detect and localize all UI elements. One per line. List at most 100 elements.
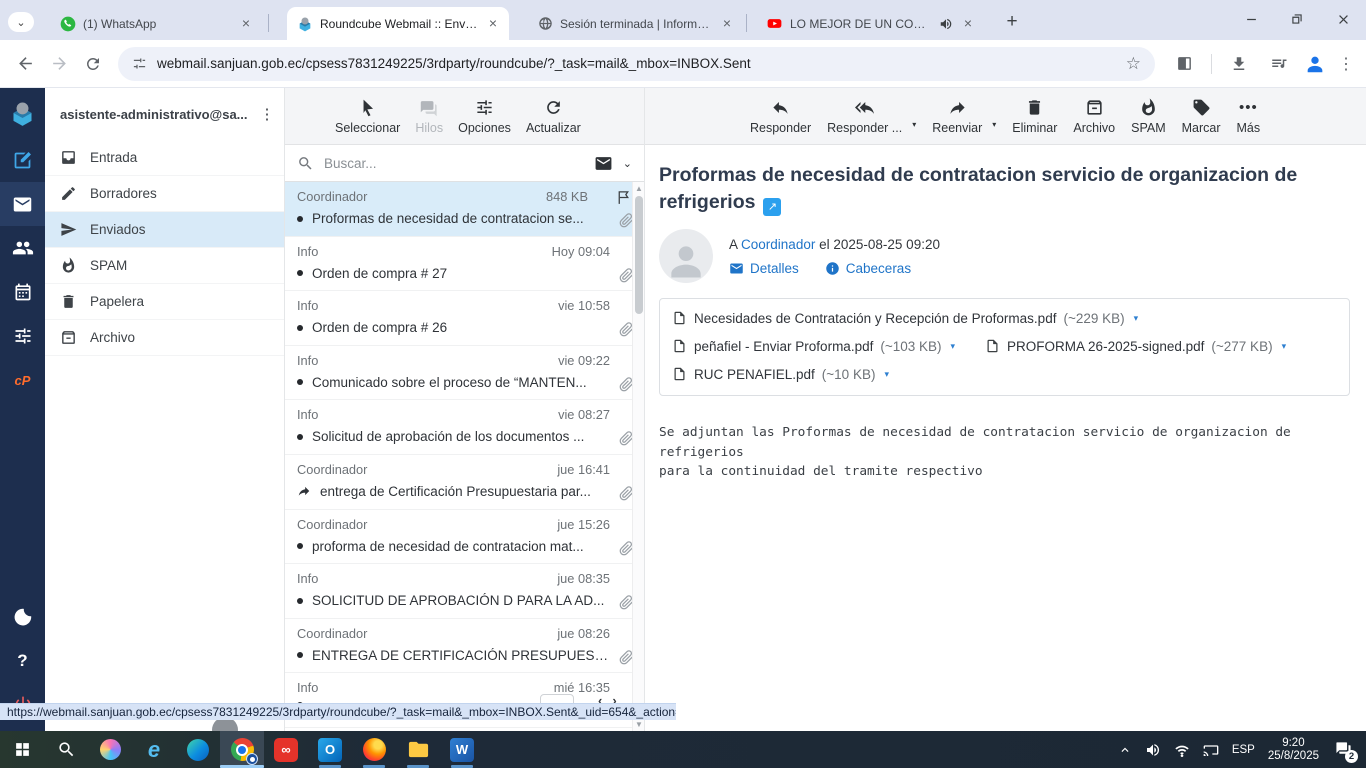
forward-caret-icon[interactable]: ▾ [992, 120, 996, 129]
close-icon[interactable]: × [238, 15, 254, 32]
attachment-item[interactable]: PROFORMA 26-2025-signed.pdf (~277 KB) ▾ [985, 333, 1286, 359]
cast-icon[interactable] [1203, 742, 1219, 758]
roundcube-logo[interactable] [0, 88, 45, 138]
contacts-nav-button[interactable] [0, 226, 45, 270]
details-toggle[interactable]: Detalles [729, 261, 799, 276]
tray-expand-icon[interactable] [1118, 743, 1132, 757]
file-explorer-button[interactable] [396, 731, 440, 768]
address-bar[interactable]: webmail.sanjuan.gob.ec/cpsess7831249225/… [118, 46, 1155, 81]
site-info-icon[interactable] [132, 56, 147, 71]
reload-button[interactable] [76, 47, 110, 81]
profile-button[interactable] [1302, 51, 1328, 77]
close-icon[interactable]: × [485, 15, 501, 32]
sidebar-item-papelera[interactable]: Papelera [45, 284, 284, 320]
tab-whatsapp[interactable]: (1) WhatsApp × [50, 7, 262, 40]
scroll-up-icon[interactable]: ▲ [634, 184, 644, 193]
firefox-button[interactable] [352, 731, 396, 768]
list-scrollbar[interactable]: ▲ ▼ [632, 182, 644, 731]
sidebar-item-archivo[interactable]: Archivo [45, 320, 284, 356]
volume-icon[interactable] [1145, 742, 1161, 758]
help-button[interactable]: ? [0, 639, 45, 683]
attachment-menu-icon[interactable]: ▾ [1134, 313, 1139, 324]
message-list-item[interactable]: Coordinador jue 15:26 proforma de necesid… [285, 510, 644, 565]
word-button[interactable]: W [440, 731, 484, 768]
url-text[interactable]: webmail.sanjuan.gob.ec/cpsess7831249225/… [157, 56, 1116, 71]
language-indicator[interactable]: ESP [1232, 744, 1255, 756]
new-tab-button[interactable]: + [998, 8, 1026, 36]
tab-search-button[interactable]: ⌄ [8, 12, 34, 32]
message-list-item[interactable]: Coordinador jue 16:41 entrega de Certific… [285, 455, 644, 510]
headers-toggle[interactable]: Cabeceras [825, 261, 911, 276]
attachment-item[interactable]: Necesidades de Contratación y Recepción … [672, 305, 1138, 331]
message-list-item[interactable]: Info jue 08:35 SOLICITUD DE APROBACIÓN D … [285, 564, 644, 619]
outlook-button[interactable]: O [308, 731, 352, 768]
message-list-item[interactable]: Info vie 08:27 Solicitud de aprobación de… [285, 400, 644, 455]
sidebar-item-spam[interactable]: SPAM [45, 248, 284, 284]
cpanel-button[interactable]: cP [0, 358, 45, 402]
compose-button[interactable] [0, 138, 45, 182]
attachment-name[interactable]: PROFORMA 26-2025-signed.pdf [1007, 339, 1204, 354]
options-button[interactable]: Opciones [458, 88, 511, 144]
search-input[interactable] [324, 155, 584, 171]
scrollbar-thumb[interactable] [635, 196, 643, 314]
tab-roundcube[interactable]: Roundcube Webmail :: Enviados × [287, 7, 509, 40]
sidebar-item-entrada[interactable]: Entrada [45, 140, 284, 176]
tab-youtube[interactable]: LO MEJOR DE UN CORAZÓ × [756, 7, 984, 40]
clock[interactable]: 9:20 25/8/2025 [1268, 737, 1319, 763]
reply-all-caret-icon[interactable]: ▾ [912, 120, 916, 129]
tab-audio-icon[interactable] [939, 17, 953, 31]
message-list-item[interactable]: Info vie 10:58 Orden de compra # 26 [285, 291, 644, 346]
spam-button[interactable]: SPAM [1131, 88, 1166, 144]
scroll-down-icon[interactable]: ▼ [634, 720, 644, 729]
settings-nav-button[interactable] [0, 314, 45, 358]
select-button[interactable]: Seleccionar [335, 88, 400, 144]
account-menu-button[interactable]: ⋮ [258, 105, 276, 123]
reply-button[interactable]: Responder [750, 88, 811, 144]
reply-all-button[interactable]: Responder ... [827, 88, 902, 144]
close-icon[interactable]: × [719, 15, 735, 32]
mail-nav-button[interactable] [0, 182, 45, 226]
attachment-name[interactable]: peñafiel - Enviar Proforma.pdf [694, 339, 873, 354]
attachment-menu-icon[interactable]: ▾ [1282, 341, 1287, 352]
more-button[interactable]: ••• Más [1237, 88, 1261, 144]
attachment-item[interactable]: RUC PENAFIEL.pdf (~10 KB) ▾ [672, 361, 889, 387]
bookmark-star-icon[interactable]: ☆ [1126, 54, 1141, 74]
message-list-item[interactable]: Coordinador 848 KB Proformas de necesidad… [285, 182, 644, 237]
sidebar-item-borradores[interactable]: Borradores [45, 176, 284, 212]
taskbar-search-button[interactable] [44, 731, 88, 768]
message-list-item[interactable]: Coordinador jue 08:26 ENTREGA DE CERTIFIC… [285, 619, 644, 674]
threads-button[interactable]: Hilos [415, 88, 443, 144]
side-panel-button[interactable] [1167, 47, 1201, 81]
copilot-button[interactable] [88, 731, 132, 768]
acrobat-button[interactable]: ∞ [264, 731, 308, 768]
message-list-item[interactable]: Info Hoy 09:04 Orden de compra # 27 [285, 237, 644, 292]
chrome-button[interactable] [220, 731, 264, 768]
window-restore-button[interactable] [1274, 0, 1320, 38]
attachment-name[interactable]: RUC PENAFIEL.pdf [694, 367, 815, 382]
attachment-name[interactable]: Necesidades de Contratación y Recepción … [694, 311, 1056, 326]
internet-explorer-button[interactable]: e [132, 731, 176, 768]
message-list-item[interactable]: Info vie 09:22 Comunicado sobre el proces… [285, 346, 644, 401]
mark-button[interactable]: Marcar [1182, 88, 1221, 144]
flag-icon[interactable] [615, 189, 632, 206]
delete-button[interactable]: Eliminar [1012, 88, 1057, 144]
search-scope-envelope-icon[interactable] [594, 154, 613, 173]
window-close-button[interactable] [1320, 0, 1366, 38]
downloads-button[interactable] [1222, 47, 1256, 81]
attachment-item[interactable]: peñafiel - Enviar Proforma.pdf (~103 KB)… [672, 333, 955, 359]
notification-center-button[interactable]: 2 [1332, 739, 1358, 763]
browser-menu-button[interactable]: ⋮ [1334, 54, 1358, 74]
attachment-menu-icon[interactable]: ▾ [951, 341, 956, 352]
calendar-nav-button[interactable] [0, 270, 45, 314]
reading-list-button[interactable] [1262, 47, 1296, 81]
edge-button[interactable] [176, 731, 220, 768]
forward-button[interactable] [42, 47, 76, 81]
sidebar-item-enviados[interactable]: Enviados [45, 212, 284, 248]
open-in-new-window-button[interactable]: ↗ [763, 197, 782, 216]
attachment-menu-icon[interactable]: ▾ [884, 369, 889, 380]
start-button[interactable] [0, 731, 44, 768]
close-icon[interactable]: × [960, 15, 976, 32]
window-minimize-button[interactable] [1228, 0, 1274, 38]
tab-informes[interactable]: Sesión terminada | Informes Me × [528, 7, 743, 40]
dark-mode-button[interactable] [0, 595, 45, 639]
